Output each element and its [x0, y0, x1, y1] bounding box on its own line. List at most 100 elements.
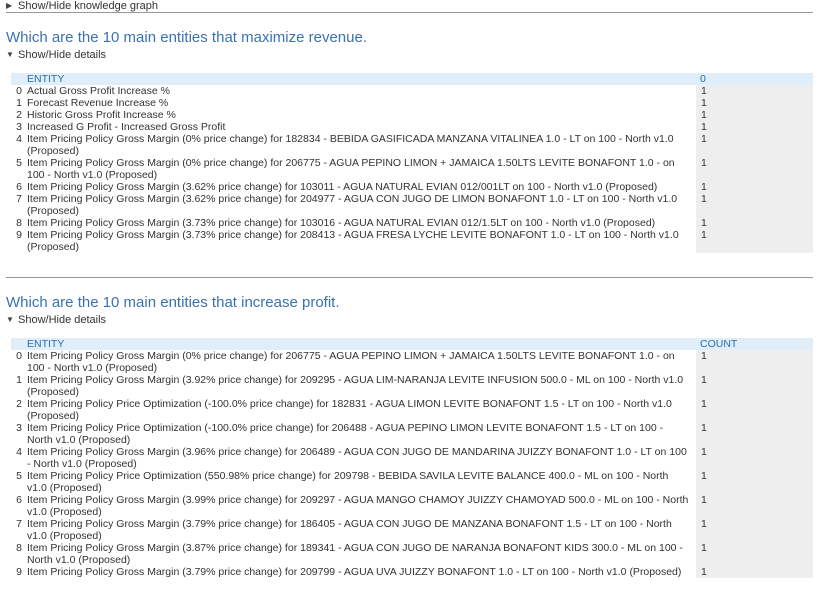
table-row: 4 Item Pricing Policy Gross Margin (3.96%…	[11, 446, 813, 470]
row-index: 0	[16, 350, 22, 362]
entity-cell: Item Pricing Policy Price Optimization (…	[27, 398, 672, 422]
row-index: 4	[16, 446, 22, 458]
section1-title: Which are the 10 main entities that maxi…	[6, 29, 368, 46]
table-row: 5 Item Pricing Policy Gross Margin (0% pr…	[11, 157, 813, 181]
entity-cell: Item Pricing Policy Gross Margin (0% pri…	[27, 157, 675, 181]
table-row: 0 Item Pricing Policy Gross Margin (0% pr…	[11, 350, 813, 374]
entity-cell: Historic Gross Profit Increase %	[27, 109, 176, 121]
table-row: 8 Item Pricing Policy Gross Margin (3.87%…	[11, 542, 813, 566]
value-cell: 1	[696, 85, 813, 97]
table-row: 9 Item Pricing Policy Gross Margin (3.73%…	[11, 229, 813, 253]
table-row: 3 Item Pricing Policy Price Optimization …	[11, 422, 813, 446]
row-index: 9	[16, 566, 22, 578]
row-index: 0	[16, 85, 22, 97]
value-cell: 1	[696, 542, 813, 566]
entity-cell: Actual Gross Profit Increase %	[27, 85, 170, 97]
section2-title: Which are the 10 main entities that incr…	[6, 294, 340, 311]
value-cell: 1	[696, 446, 813, 470]
entity-column-header[interactable]: ENTITY	[27, 73, 696, 85]
section2-details-toggle-label: Show/Hide details	[18, 314, 107, 326]
table-row: 1 Item Pricing Policy Gross Margin (3.92%…	[11, 374, 813, 398]
table-row: 3 Increased G Profit - Increased Gross Pr…	[11, 121, 813, 133]
value-cell: 1	[696, 494, 813, 518]
entity-cell: Item Pricing Policy Gross Margin (3.73% …	[27, 229, 679, 253]
table-row: 4 Item Pricing Policy Gross Margin (0% pr…	[11, 133, 813, 157]
row-index: 9	[16, 229, 22, 241]
value-cell: 1	[696, 422, 813, 446]
entity-cell: Item Pricing Policy Gross Margin (3.96% …	[27, 446, 687, 470]
triangle-down-icon: ▼	[6, 315, 14, 324]
row-index: 8	[16, 542, 22, 554]
entity-cell: Item Pricing Policy Gross Margin (3.87% …	[27, 542, 683, 566]
table-row: 6 Item Pricing Policy Gross Margin (3.99%…	[11, 494, 813, 518]
entity-cell: Item Pricing Policy Gross Margin (3.73% …	[27, 217, 656, 229]
row-index: 4	[16, 133, 22, 145]
value-cell: 1	[696, 121, 813, 133]
value-cell: 1	[696, 566, 813, 578]
row-index: 6	[16, 494, 22, 506]
table-row: 7 Item Pricing Policy Gross Margin (3.62%…	[11, 193, 813, 217]
entity-cell: Item Pricing Policy Price Optimization (…	[27, 470, 669, 494]
divider	[6, 12, 813, 13]
row-index: 2	[16, 109, 22, 121]
entity-cell: Increased G Profit - Increased Gross Pro…	[27, 121, 226, 133]
entity-cell: Item Pricing Policy Price Optimization (…	[27, 422, 664, 446]
row-index: 6	[16, 181, 22, 193]
value-cell: 1	[696, 193, 813, 217]
entity-cell: Forecast Revenue Increase %	[27, 97, 169, 109]
row-index: 1	[16, 374, 22, 386]
entity-cell: Item Pricing Policy Gross Margin (3.62% …	[27, 181, 658, 193]
table-row: 2 Item Pricing Policy Price Optimization …	[11, 398, 813, 422]
value-cell: 1	[696, 97, 813, 109]
row-index: 7	[16, 193, 22, 205]
table-header-row: ENTITY 0	[11, 73, 813, 85]
triangle-down-icon: ▼	[6, 50, 14, 59]
value-cell: 1	[696, 133, 813, 157]
value-cell: 1	[696, 181, 813, 193]
count-column-header[interactable]: COUNT	[696, 338, 813, 350]
entity-cell: Item Pricing Policy Gross Margin (3.92% …	[27, 374, 684, 398]
row-index: 5	[16, 470, 22, 482]
value-cell: 1	[696, 350, 813, 374]
index-header	[11, 338, 27, 350]
entity-cell: Item Pricing Policy Gross Margin (0% pri…	[27, 350, 675, 374]
section1-details-toggle[interactable]: ▼ Show/Hide details	[6, 49, 106, 61]
knowledge-graph-toggle[interactable]: ▶ Show/Hide knowledge graph	[6, 0, 158, 12]
table-row: 8 Item Pricing Policy Gross Margin (3.73%…	[11, 217, 813, 229]
entity-cell: Item Pricing Policy Gross Margin (3.79% …	[27, 518, 672, 542]
index-header	[11, 73, 27, 85]
section1-details-toggle-label: Show/Hide details	[18, 49, 107, 61]
table-row: 1 Forecast Revenue Increase % 1	[11, 97, 813, 109]
table-row: 7 Item Pricing Policy Gross Margin (3.79%…	[11, 518, 813, 542]
divider	[6, 277, 813, 278]
table-row: 0 Actual Gross Profit Increase % 1	[11, 85, 813, 97]
entity-cell: Item Pricing Policy Gross Margin (3.99% …	[27, 494, 689, 518]
entity-cell: Item Pricing Policy Gross Margin (0% pri…	[27, 133, 674, 157]
row-index: 8	[16, 217, 22, 229]
row-index: 3	[16, 121, 22, 133]
table-row: 5 Item Pricing Policy Price Optimization …	[11, 470, 813, 494]
entity-cell: Item Pricing Policy Gross Margin (3.62% …	[27, 193, 678, 217]
knowledge-graph-toggle-label: Show/Hide knowledge graph	[18, 0, 159, 12]
value-cell: 1	[696, 398, 813, 422]
value-cell: 1	[696, 518, 813, 542]
table-row: 2 Historic Gross Profit Increase % 1	[11, 109, 813, 121]
row-index: 2	[16, 398, 22, 410]
section2-table: ENTITY COUNT 0 Item Pricing Policy Gross …	[11, 338, 813, 578]
row-index: 1	[16, 97, 22, 109]
value-cell: 1	[696, 109, 813, 121]
section2-details-toggle[interactable]: ▼ Show/Hide details	[6, 314, 106, 326]
value-cell: 1	[696, 217, 813, 229]
section1-table: ENTITY 0 0 Actual Gross Profit Increase %…	[11, 73, 813, 253]
table-header-row: ENTITY COUNT	[11, 338, 813, 350]
value-column-header[interactable]: 0	[696, 73, 813, 85]
value-cell: 1	[696, 229, 813, 253]
entity-column-header[interactable]: ENTITY	[27, 338, 696, 350]
table-row: 6 Item Pricing Policy Gross Margin (3.62%…	[11, 181, 813, 193]
row-index: 5	[16, 157, 22, 169]
value-cell: 1	[696, 470, 813, 494]
row-index: 3	[16, 422, 22, 434]
value-cell: 1	[696, 374, 813, 398]
row-index: 7	[16, 518, 22, 530]
entity-cell: Item Pricing Policy Gross Margin (3.79% …	[27, 566, 682, 578]
